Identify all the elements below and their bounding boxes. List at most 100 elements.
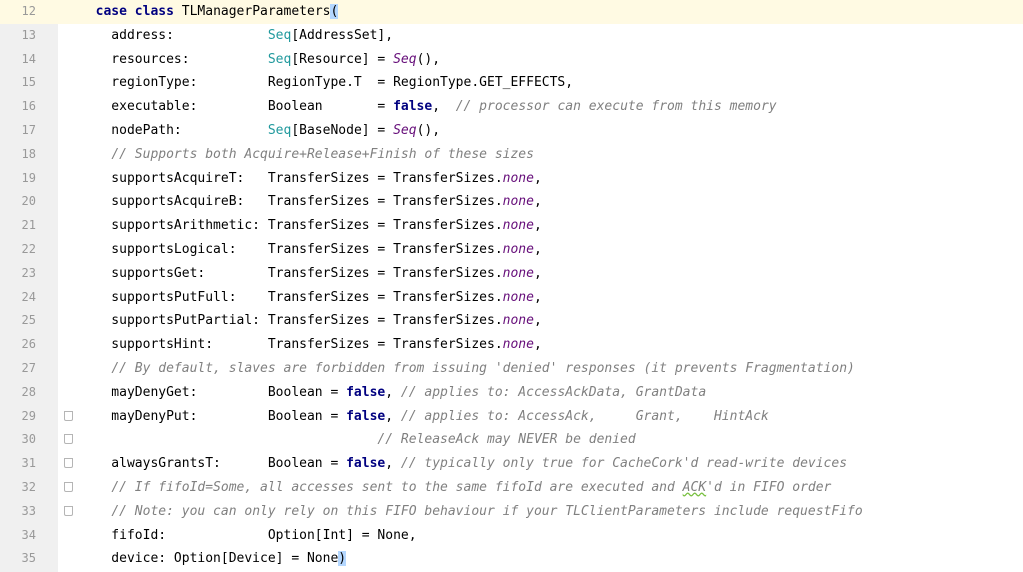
- code-token: ,: [385, 456, 401, 472]
- line-number: 20: [21, 194, 36, 209]
- code-text[interactable]: supportsLogical: TransferSizes = Transfe…: [80, 238, 541, 262]
- code-text[interactable]: // If fifoId=Some, all accesses sent to …: [80, 476, 831, 500]
- code-line[interactable]: 12 case class TLManagerParameters(: [0, 0, 1023, 24]
- code-token: none: [502, 218, 534, 234]
- code-line[interactable]: 25 supportsPutPartial: TransferSizes = T…: [0, 309, 1023, 333]
- code-token: none: [502, 265, 534, 281]
- code-line[interactable]: 14 resources: Seq[Resource] = Seq(),: [0, 48, 1023, 72]
- code-token: supportsAcquireT: TransferSizes = Transf…: [80, 170, 503, 186]
- code-token: false: [346, 456, 386, 472]
- code-text[interactable]: regionType: RegionType.T = RegionType.GE…: [80, 71, 573, 95]
- code-line[interactable]: 28 mayDenyGet: Boolean = false, // appli…: [0, 381, 1023, 405]
- code-line[interactable]: 31 alwaysGrantsT: Boolean = false, // ty…: [0, 452, 1023, 476]
- code-line[interactable]: 22 supportsLogical: TransferSizes = Tran…: [0, 238, 1023, 262]
- code-line[interactable]: 24 supportsPutFull: TransferSizes = Tran…: [0, 286, 1023, 310]
- code-token: // applies to: AccessAckData, GrantData: [400, 384, 707, 400]
- fold-marker-icon[interactable]: [64, 481, 73, 492]
- code-token: false: [393, 99, 433, 115]
- code-line[interactable]: 23 supportsGet: TransferSizes = Transfer…: [0, 262, 1023, 286]
- code-text[interactable]: supportsArithmetic: TransferSizes = Tran…: [80, 214, 542, 238]
- code-token: false: [346, 384, 386, 400]
- code-line[interactable]: 35 device: Option[Device] = None): [0, 547, 1023, 571]
- code-token: mayDenyPut: Boolean =: [80, 408, 347, 424]
- code-token: supportsHint: TransferSizes = TransferSi…: [80, 337, 503, 353]
- code-line[interactable]: 18 // Supports both Acquire+Release+Fini…: [0, 143, 1023, 167]
- fold-marker-icon[interactable]: [64, 410, 73, 421]
- code-line[interactable]: 34 fifoId: Option[Int] = None,: [0, 524, 1023, 548]
- code-line[interactable]: 26 supportsHint: TransferSizes = Transfe…: [0, 333, 1023, 357]
- code-token: class: [134, 4, 174, 19]
- code-token: ,: [533, 289, 542, 305]
- line-number: 19: [21, 170, 36, 185]
- line-number: 33: [21, 503, 36, 518]
- code-line[interactable]: 17 nodePath: Seq[BaseNode] = Seq(),: [0, 119, 1023, 143]
- fold-marker-icon[interactable]: [64, 434, 73, 445]
- code-text[interactable]: // By default, slaves are forbidden from…: [80, 357, 855, 381]
- code-text[interactable]: fifoId: Option[Int] = None,: [80, 524, 416, 548]
- code-token: supportsPutPartial: TransferSizes = Tran…: [80, 313, 503, 329]
- code-text[interactable]: resources: Seq[Resource] = Seq(),: [80, 48, 440, 72]
- code-token: supportsGet: TransferSizes = TransferSiz…: [80, 265, 503, 281]
- code-token: none: [502, 337, 534, 353]
- code-line[interactable]: 19 supportsAcquireT: TransferSizes = Tra…: [0, 167, 1023, 191]
- line-number: 34: [21, 527, 36, 542]
- code-token: // By default, slaves are forbidden from…: [111, 360, 855, 376]
- code-token: (),: [416, 122, 441, 138]
- code-text[interactable]: executable: Boolean = false, // processo…: [80, 95, 776, 119]
- fold-marker-icon[interactable]: [64, 505, 73, 516]
- code-token: ,: [385, 408, 401, 424]
- code-line[interactable]: 33 // Note: you can only rely on this FI…: [0, 500, 1023, 524]
- code-token: supportsAcquireB: TransferSizes = Transf…: [80, 194, 503, 210]
- code-token: // applies to: AccessAck, Grant, HintAck: [400, 408, 769, 424]
- code-token: [BaseNode] =: [291, 122, 394, 138]
- code-token: regionType: RegionType.T = RegionType.GE…: [80, 75, 574, 91]
- fold-marker-icon[interactable]: [64, 458, 73, 469]
- code-text[interactable]: address: Seq[AddressSet],: [80, 24, 393, 48]
- code-text[interactable]: // Supports both Acquire+Release+Finish …: [80, 143, 534, 167]
- code-line[interactable]: 29 mayDenyPut: Boolean = false, // appli…: [0, 405, 1023, 429]
- code-text[interactable]: supportsHint: TransferSizes = TransferSi…: [80, 333, 541, 357]
- code-token: Seq: [267, 51, 292, 67]
- code-token: (: [330, 4, 339, 19]
- code-text[interactable]: mayDenyGet: Boolean = false, // applies …: [80, 381, 706, 405]
- code-token: Seq: [393, 51, 417, 67]
- line-number: 22: [21, 241, 36, 256]
- code-lines[interactable]: 12 case class TLManagerParameters(13 add…: [0, 0, 1023, 571]
- code-text[interactable]: supportsPutPartial: TransferSizes = Tran…: [80, 309, 541, 333]
- code-text[interactable]: case class TLManagerParameters(: [80, 0, 339, 24]
- code-token: Seq: [267, 122, 292, 138]
- code-token: // ReleaseAck may NEVER be denied: [377, 432, 636, 448]
- line-number: 18: [21, 146, 36, 161]
- code-token: ,: [533, 218, 542, 234]
- code-token: address:: [80, 27, 268, 43]
- code-text[interactable]: supportsPutFull: TransferSizes = Transfe…: [80, 286, 542, 310]
- code-text[interactable]: supportsGet: TransferSizes = TransferSiz…: [80, 262, 541, 286]
- code-text[interactable]: device: Option[Device] = None): [80, 547, 347, 571]
- code-text[interactable]: nodePath: Seq[BaseNode] = Seq(),: [80, 119, 440, 143]
- code-text[interactable]: // Note: you can only rely on this FIFO …: [80, 500, 862, 524]
- code-line[interactable]: 32 // If fifoId=Some, all accesses sent …: [0, 476, 1023, 500]
- code-token: device: Option[Device] = None: [80, 551, 339, 567]
- code-text[interactable]: alwaysGrantsT: Boolean = false, // typic…: [80, 452, 847, 476]
- line-number: 17: [21, 122, 36, 137]
- code-editor[interactable]: 12 case class TLManagerParameters(13 add…: [0, 0, 1023, 572]
- line-number: 35: [21, 551, 36, 566]
- code-text[interactable]: // ReleaseAck may NEVER be denied: [80, 428, 636, 452]
- code-token: TLManagerParameters: [173, 4, 331, 19]
- code-line[interactable]: 21 supportsArithmetic: TransferSizes = T…: [0, 214, 1023, 238]
- code-line[interactable]: 20 supportsAcquireB: TransferSizes = Tra…: [0, 190, 1023, 214]
- code-line[interactable]: 13 address: Seq[AddressSet],: [0, 24, 1023, 48]
- code-token: supportsPutFull: TransferSizes = Transfe…: [80, 289, 503, 305]
- code-token: false: [346, 408, 386, 424]
- code-text[interactable]: supportsAcquireB: TransferSizes = Transf…: [80, 190, 541, 214]
- code-token: none: [502, 241, 534, 257]
- code-text[interactable]: supportsAcquireT: TransferSizes = Transf…: [80, 167, 542, 191]
- code-line[interactable]: 15 regionType: RegionType.T = RegionType…: [0, 71, 1023, 95]
- code-token: ,: [533, 170, 542, 186]
- code-line[interactable]: 16 executable: Boolean = false, // proce…: [0, 95, 1023, 119]
- code-token: none: [502, 194, 534, 210]
- code-text[interactable]: mayDenyPut: Boolean = false, // applies …: [80, 405, 769, 429]
- code-line[interactable]: 27 // By default, slaves are forbidden f…: [0, 357, 1023, 381]
- code-line[interactable]: 30 // ReleaseAck may NEVER be denied: [0, 428, 1023, 452]
